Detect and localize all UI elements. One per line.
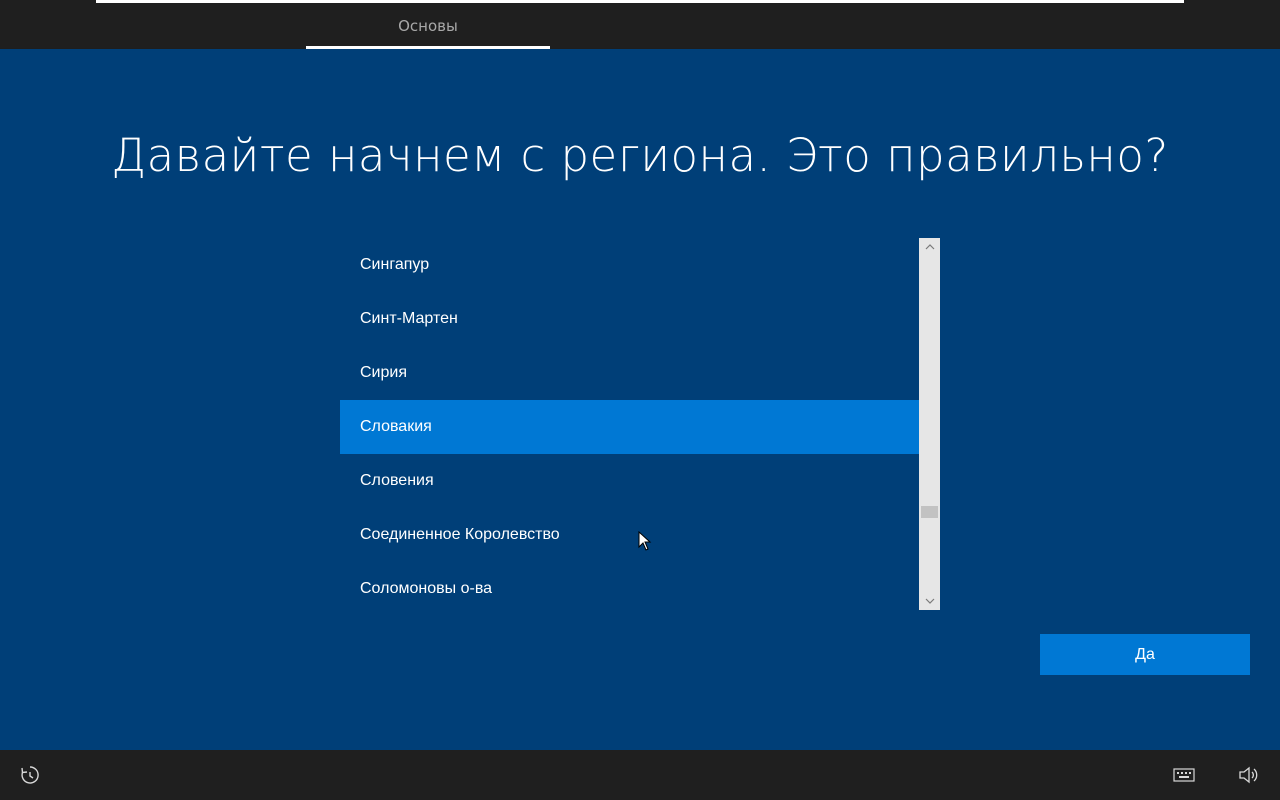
page-title: Давайте начнем с региона. Это правильно? — [111, 129, 1169, 182]
list-item-label: Сингапур — [360, 256, 430, 273]
list-scrollbar[interactable] — [919, 238, 940, 610]
list-item[interactable]: Сингапур — [340, 238, 920, 292]
progress-line — [96, 0, 1184, 3]
list-item[interactable]: Соединенное Королевство — [340, 508, 920, 562]
list-item[interactable]: Соломоновы о-ва — [340, 562, 920, 610]
keyboard-icon[interactable] — [1170, 761, 1198, 789]
scroll-thumb[interactable] — [921, 506, 938, 518]
oobe-screen: Основы Давайте начнем с региона. Это пра… — [0, 0, 1280, 800]
list-item-selected[interactable]: Словакия — [340, 400, 920, 454]
list-item-label: Соломоновы о-ва — [360, 580, 493, 597]
scroll-down-icon[interactable] — [919, 592, 940, 610]
list-item[interactable]: Синт-Мартен — [340, 292, 920, 346]
tab-basics: Основы — [398, 16, 458, 35]
ease-of-access-icon[interactable] — [16, 761, 44, 789]
list-item[interactable]: Словения — [340, 454, 920, 508]
yes-button[interactable]: Да — [1040, 634, 1250, 675]
volume-icon[interactable] — [1234, 761, 1262, 789]
top-bar: Основы — [0, 0, 1280, 49]
list-item-label: Соединенное Королевство — [360, 526, 560, 543]
list-item-label: Сирия — [360, 364, 407, 381]
list-item-label: Словения — [360, 472, 434, 489]
scroll-up-icon[interactable] — [919, 238, 940, 256]
region-list[interactable]: Сингапур Синт-Мартен Сирия Словакия Слов… — [340, 238, 920, 610]
bottom-bar — [0, 750, 1280, 800]
mouse-cursor-icon — [638, 531, 652, 551]
list-item[interactable]: Сирия — [340, 346, 920, 400]
list-item-label: Словакия — [360, 418, 432, 435]
list-item-label: Синт-Мартен — [360, 310, 458, 327]
